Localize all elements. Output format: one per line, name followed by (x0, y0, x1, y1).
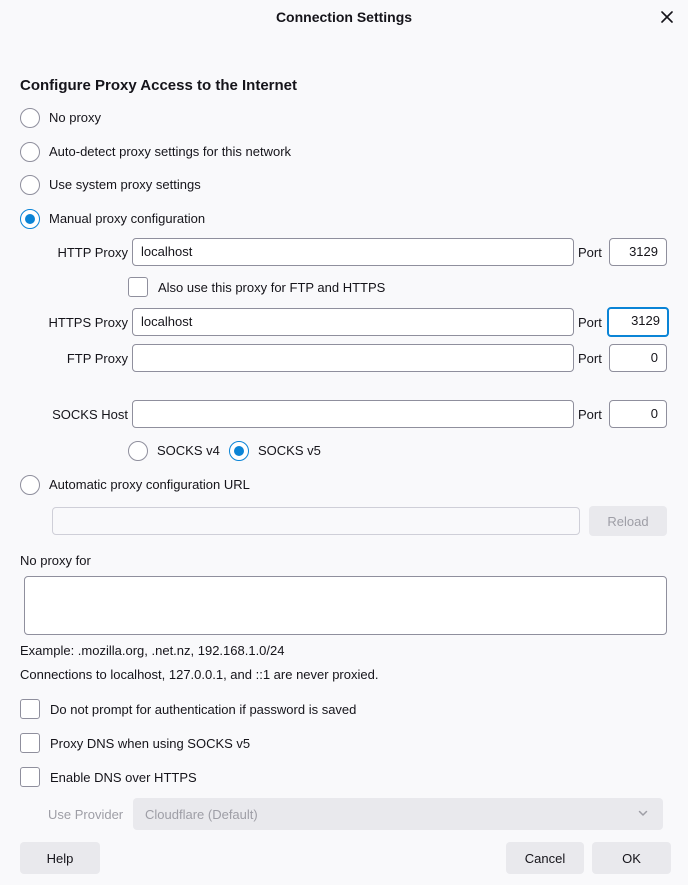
socks-v5-label[interactable]: SOCKS v5 (258, 443, 321, 459)
reload-button[interactable]: Reload (589, 506, 667, 536)
help-button[interactable]: Help (20, 842, 100, 874)
socks-host-label: SOCKS Host (52, 407, 128, 422)
pac-url-label[interactable]: Automatic proxy configuration URL (49, 477, 250, 493)
socks-v4-radio[interactable] (128, 441, 148, 461)
manual-proxy-radio[interactable] (20, 209, 40, 229)
socks-v4-label[interactable]: SOCKS v4 (157, 443, 220, 459)
pac-url-radio[interactable] (20, 475, 40, 495)
no-proxy-label[interactable]: No proxy (49, 110, 101, 126)
socks-host-input[interactable] (132, 400, 574, 428)
no-prompt-auth-label[interactable]: Do not prompt for authentication if pass… (50, 702, 356, 718)
auto-detect-radio[interactable] (20, 142, 40, 162)
provider-select[interactable]: Cloudflare (Default) (133, 798, 663, 830)
no-proxy-for-label: No proxy for (20, 553, 91, 568)
localhost-note: Connections to localhost, 127.0.0.1, and… (20, 667, 379, 682)
auto-detect-label[interactable]: Auto-detect proxy settings for this netw… (49, 144, 291, 160)
no-proxy-for-textarea[interactable] (24, 576, 667, 635)
no-proxy-radio[interactable] (20, 108, 40, 128)
window-title: Connection Settings (275, 9, 413, 25)
section-heading: Configure Proxy Access to the Internet (20, 77, 298, 94)
ftp-port-label: Port (578, 351, 602, 366)
ftp-port-input[interactable]: 0 (609, 344, 667, 372)
system-proxy-radio[interactable] (20, 175, 40, 195)
ftp-proxy-label: FTP Proxy (66, 351, 128, 366)
http-proxy-label: HTTP Proxy (57, 245, 128, 260)
provider-select-value: Cloudflare (Default) (145, 806, 258, 822)
manual-proxy-label[interactable]: Manual proxy configuration (49, 211, 205, 227)
dns-over-https-checkbox[interactable] (20, 767, 40, 787)
http-port-label: Port (578, 245, 602, 260)
use-provider-label: Use Provider (48, 807, 124, 822)
close-icon[interactable] (656, 6, 678, 28)
also-use-proxy-checkbox[interactable] (128, 277, 148, 297)
system-proxy-label[interactable]: Use system proxy settings (49, 177, 201, 193)
no-prompt-auth-checkbox[interactable] (20, 699, 40, 719)
title-bar: Connection Settings (0, 0, 688, 34)
proxy-dns-label[interactable]: Proxy DNS when using SOCKS v5 (50, 736, 250, 752)
ok-button[interactable]: OK (592, 842, 671, 874)
https-port-input[interactable]: 3129 (607, 307, 669, 337)
socks-port-label: Port (578, 407, 602, 422)
chevron-down-icon (637, 807, 649, 822)
socks-port-input[interactable]: 0 (609, 400, 667, 428)
http-port-input[interactable]: 3129 (609, 238, 667, 266)
ftp-proxy-input[interactable] (132, 344, 574, 372)
also-use-proxy-label[interactable]: Also use this proxy for FTP and HTTPS (158, 280, 385, 296)
http-proxy-input[interactable]: localhost (132, 238, 574, 266)
socks-v5-radio[interactable] (229, 441, 249, 461)
https-proxy-label: HTTPS Proxy (48, 315, 128, 330)
https-proxy-input[interactable]: localhost (132, 308, 574, 336)
proxy-dns-checkbox[interactable] (20, 733, 40, 753)
no-proxy-example: Example: .mozilla.org, .net.nz, 192.168.… (20, 643, 285, 658)
cancel-button[interactable]: Cancel (506, 842, 584, 874)
pac-url-input[interactable] (52, 507, 580, 535)
dns-over-https-label[interactable]: Enable DNS over HTTPS (50, 770, 197, 786)
https-port-label: Port (578, 315, 602, 330)
